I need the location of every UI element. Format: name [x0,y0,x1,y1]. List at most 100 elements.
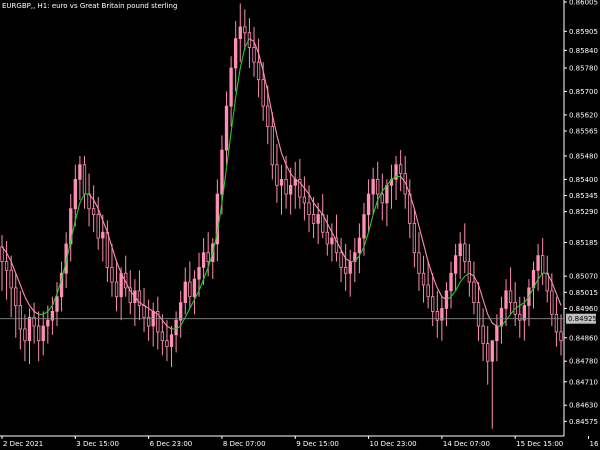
candle-body [224,105,229,151]
candle-body [229,67,233,107]
candle-body [289,184,293,195]
candle-body [82,164,87,195]
candle-body [371,179,375,195]
y-tick-label: 0.84960 [569,305,598,313]
candle-body [46,319,50,327]
y-tick-label: 0.85620 [569,111,598,119]
x-tick-label: 14 Dec 07:00 [443,440,490,448]
y-tick-label: 0.85070 [569,273,598,281]
candle-body [495,325,499,342]
candle-body [238,26,242,40]
x-tick-label: 16 Dec 23:00 [589,440,600,448]
x-tick-label: 15 Dec 15:00 [516,440,563,448]
candle-body [348,261,352,274]
candle-body [55,296,59,312]
price-chart[interactable]: 0.86005 0.85905 0.85840 0.85780 0.85700 0.856… [0,0,600,450]
candle-body [36,325,41,342]
candle-body [302,196,307,204]
candle-body [508,290,513,303]
y-tick-label: 0.85290 [569,208,598,216]
candle-body [243,26,247,34]
y-tick-label: 0.85185 [569,239,598,247]
candle-body [453,255,458,274]
x-tick-label: 9 Dec 15:00 [296,440,339,448]
candle-body [476,302,481,327]
candle-body [376,179,380,195]
x-tick-label: 2 Dec 2021 [3,440,43,448]
y-tick-label: 0.85480 [569,152,598,160]
candle-body [114,281,119,298]
candle-body [14,287,18,306]
candle-body [105,231,110,268]
candle-body [179,302,183,321]
candle-body [449,272,453,292]
candle-body [504,290,508,309]
candle-body [101,231,105,239]
candle-body [325,231,329,245]
candle-body [417,252,421,274]
candle-body [467,261,472,283]
candle-body [490,340,494,362]
y-tick-label: 0.84630 [569,402,598,410]
candle-body [252,47,256,63]
candle-body [142,305,146,318]
chart-background [0,0,600,450]
candle-body [206,252,210,262]
candle-body [188,281,192,298]
candle-body [192,278,197,298]
x-tick-label: 6 Dec 23:00 [150,440,193,448]
candle-body [518,313,522,321]
candle-body [398,164,403,174]
candle-body [339,252,343,268]
y-tick-label: 0.85840 [569,47,598,55]
candle-body [174,319,178,336]
y-tick-label: 0.84780 [569,358,598,366]
y-tick-label: 0.84860 [569,334,598,342]
candle-body [431,296,435,312]
candle-body [183,281,187,303]
candle-body [554,313,559,333]
y-tick-label: 0.85565 [569,128,598,136]
y-tick-label: 0.86005 [569,0,598,7]
candle-body [0,246,4,262]
candle-body [362,214,366,239]
candle-body [486,343,490,362]
candle-body [197,266,201,280]
candle-body [330,237,334,245]
candle-body [110,266,114,283]
candle-body [311,214,316,224]
y-tick-label: 0.84710 [569,378,598,386]
candle-body [472,281,476,303]
candle-body [426,284,430,298]
x-tick-label: 8 Dec 07:00 [223,440,266,448]
candle-body [380,193,384,204]
candle-body [385,184,389,204]
candle-body [270,126,274,166]
chart-area[interactable]: 0.86005 0.85905 0.85840 0.85780 0.85700 0.856… [0,0,600,450]
candle-body [119,272,123,298]
y-tick-label: 0.85700 [569,88,598,96]
candle-body [316,214,320,224]
candle-body [266,105,270,128]
y-tick-label: 0.85015 [569,289,598,297]
x-tick-label: 10 Dec 23:00 [370,440,417,448]
candle-body [169,334,174,347]
candle-body [284,179,288,195]
candle-body [559,331,563,342]
candle-body [73,179,77,210]
candle-body [234,38,238,69]
chart-title: EURGBP,, H1: euro vs Great Britain pound… [2,2,178,10]
candle-body [421,272,426,286]
candle-body [343,266,348,274]
y-tick-label: 0.85400 [569,176,598,184]
y-tick-label: 0.85780 [569,64,598,72]
candle-body [275,164,279,186]
candle-body [412,222,417,254]
candle-body [366,193,371,216]
y-tick-label: 0.84575 [569,418,598,426]
candle-body [91,208,96,216]
bid-price-label: 0.84925 [568,315,597,323]
candle-body [261,79,265,107]
y-tick-label: 0.85905 [569,28,598,36]
candle-body [458,243,462,257]
